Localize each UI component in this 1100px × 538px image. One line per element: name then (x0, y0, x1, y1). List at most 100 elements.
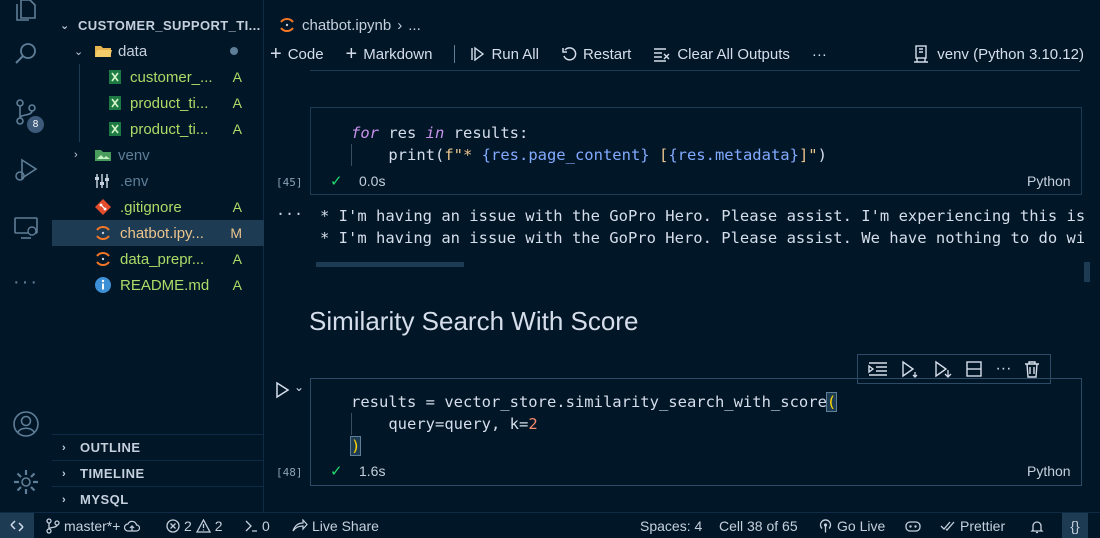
timeline-section[interactable]: › TIMELINE (52, 460, 264, 486)
branch-indicator[interactable]: master*+ (46, 513, 141, 538)
cell-language[interactable]: Python (1027, 173, 1071, 189)
explorer-icon[interactable] (0, 0, 52, 34)
tree-item-label: README.md (120, 276, 210, 294)
tree-item-venv-folder[interactable]: › venv (52, 142, 264, 168)
remote-indicator[interactable] (0, 513, 34, 538)
git-status-badge: A (232, 95, 242, 111)
tree-item-label: customer_... (130, 68, 213, 86)
go-live-label: Go Live (837, 518, 886, 534)
prettier-indicator[interactable]: Prettier (940, 513, 1005, 538)
tree-item-label: product_ti... (130, 94, 209, 112)
git-status-badge: A (232, 121, 242, 137)
execute-below-icon[interactable] (900, 360, 920, 378)
clear-all-outputs-button[interactable]: Clear All Outputs (653, 46, 790, 63)
breadcrumb-file[interactable]: chatbot.ipynb (302, 17, 391, 34)
kernel-label: venv (Python 3.10.12) (937, 45, 1084, 63)
cell-position-indicator[interactable]: Cell 38 of 65 (719, 513, 798, 538)
run-cell-button[interactable] (274, 381, 290, 399)
add-code-cell-button[interactable]: + Code (270, 44, 324, 64)
warning-icon (195, 519, 211, 533)
kernel-picker[interactable]: venv (Python 3.10.12) (913, 40, 1084, 68)
go-live-button[interactable]: Go Live (818, 513, 885, 538)
problems-indicator[interactable]: 2 2 (166, 513, 223, 538)
notebook-editor: chatbot.ipynb › ... + Code + Markdown Ru… (264, 0, 1100, 512)
root-folder-label: CUSTOMER_SUPPORT_TI... (78, 17, 261, 33)
copilot-icon[interactable] (904, 513, 922, 538)
chevron-right-icon: › (62, 493, 67, 506)
remote-explorer-icon[interactable] (0, 204, 52, 252)
execute-above-icon[interactable] (868, 361, 888, 377)
section-label: MYSQL (80, 492, 129, 507)
search-icon[interactable] (0, 30, 52, 78)
cell-language[interactable]: Python (1027, 463, 1071, 479)
delete-cell-icon[interactable] (1024, 360, 1040, 378)
explorer-root-folder[interactable]: ⌄ CUSTOMER_SUPPORT_TI... (52, 12, 264, 38)
chevron-right-icon: › (74, 149, 78, 161)
restart-button[interactable]: Restart (561, 46, 631, 63)
code-editor[interactable]: results = vector_store.similarity_search… (349, 391, 838, 457)
format-braces-icon[interactable]: {} (1062, 513, 1088, 538)
git-status-badge: A (232, 251, 242, 267)
git-status-badge: A (232, 69, 242, 85)
run-and-below-icon[interactable] (933, 360, 953, 378)
execution-count: [45] (276, 176, 303, 189)
plus-icon: + (270, 43, 282, 65)
breadcrumb-separator-icon: › (397, 16, 403, 34)
output-scroll-marker (1084, 262, 1090, 282)
output-horizontal-scrollbar[interactable] (316, 262, 464, 267)
markdown-heading[interactable]: Similarity Search With Score (309, 306, 638, 337)
chevron-right-icon: › (62, 441, 67, 454)
more-views-icon[interactable]: ··· (0, 258, 52, 306)
clear-all-icon (654, 48, 670, 62)
run-all-button[interactable]: Run All (469, 46, 539, 63)
add-code-label: Code (287, 45, 324, 63)
plus-icon: + (345, 43, 358, 65)
indentation-indicator[interactable]: Spaces: 4 (640, 513, 702, 538)
code-editor[interactable]: for res in results: print(f"* {res.page_… (351, 122, 827, 166)
status-bar: master*+ 2 2 0 Live Share Spaces: 4 Cell… (0, 512, 1100, 538)
env-settings-icon (95, 174, 109, 188)
tree-item-data-folder[interactable]: ⌄ data (52, 38, 264, 64)
toolbar-more-button[interactable]: ··· (812, 46, 827, 63)
account-icon[interactable] (0, 400, 52, 448)
tree-item-file[interactable]: .env (52, 168, 264, 194)
run-options-chevron-icon[interactable]: ⌄ (294, 380, 304, 394)
info-icon (95, 277, 111, 293)
tree-item-file-selected[interactable]: chatbot.ipy... M (52, 220, 264, 246)
split-cell-icon[interactable] (965, 360, 983, 378)
modified-dot-icon (230, 47, 238, 55)
cell-more-icon[interactable]: ··· (995, 360, 1011, 378)
outline-section[interactable]: › OUTLINE (52, 434, 264, 460)
tree-item-file[interactable]: customer_... A (52, 64, 264, 90)
source-control-icon[interactable] (0, 88, 52, 136)
code-cell[interactable]: for res in results: print(f"* {res.page_… (310, 107, 1082, 195)
activity-bar: 8 ··· (0, 0, 52, 512)
prettier-label: Prettier (960, 518, 1006, 534)
success-check-icon: ✓ (330, 463, 343, 480)
jupyter-icon (96, 226, 110, 240)
mysql-section[interactable]: › MYSQL (52, 486, 264, 512)
git-icon (95, 199, 111, 215)
breadcrumb-more[interactable]: ... (408, 17, 421, 34)
tree-item-file[interactable]: product_ti... A (52, 90, 264, 116)
add-markdown-cell-button[interactable]: + Markdown (346, 44, 433, 64)
toolbar-divider-line (310, 70, 1080, 71)
tree-item-label: product_ti... (130, 120, 209, 138)
notifications-bell-icon[interactable] (1030, 513, 1044, 538)
run-all-label: Run All (491, 45, 539, 63)
run-debug-icon[interactable] (0, 146, 52, 194)
tree-item-file[interactable]: product_ti... A (52, 116, 264, 142)
settings-gear-icon[interactable] (0, 458, 52, 506)
code-cell-active[interactable]: results = vector_store.similarity_search… (310, 378, 1082, 486)
execution-duration: 0.0s (359, 173, 386, 189)
chevron-right-icon: › (62, 467, 67, 480)
tree-item-file[interactable]: .gitignore A (52, 194, 264, 220)
tree-item-file[interactable]: data_prepr... A (52, 246, 264, 272)
tree-item-file[interactable]: README.md A (52, 272, 264, 298)
remote-icon (10, 520, 24, 532)
ports-indicator[interactable]: 0 (244, 513, 270, 538)
output-more-button[interactable]: ··· (276, 205, 303, 223)
live-share-button[interactable]: Live Share (292, 513, 379, 538)
warning-count: 2 (214, 518, 223, 534)
clear-all-label: Clear All Outputs (677, 45, 790, 63)
